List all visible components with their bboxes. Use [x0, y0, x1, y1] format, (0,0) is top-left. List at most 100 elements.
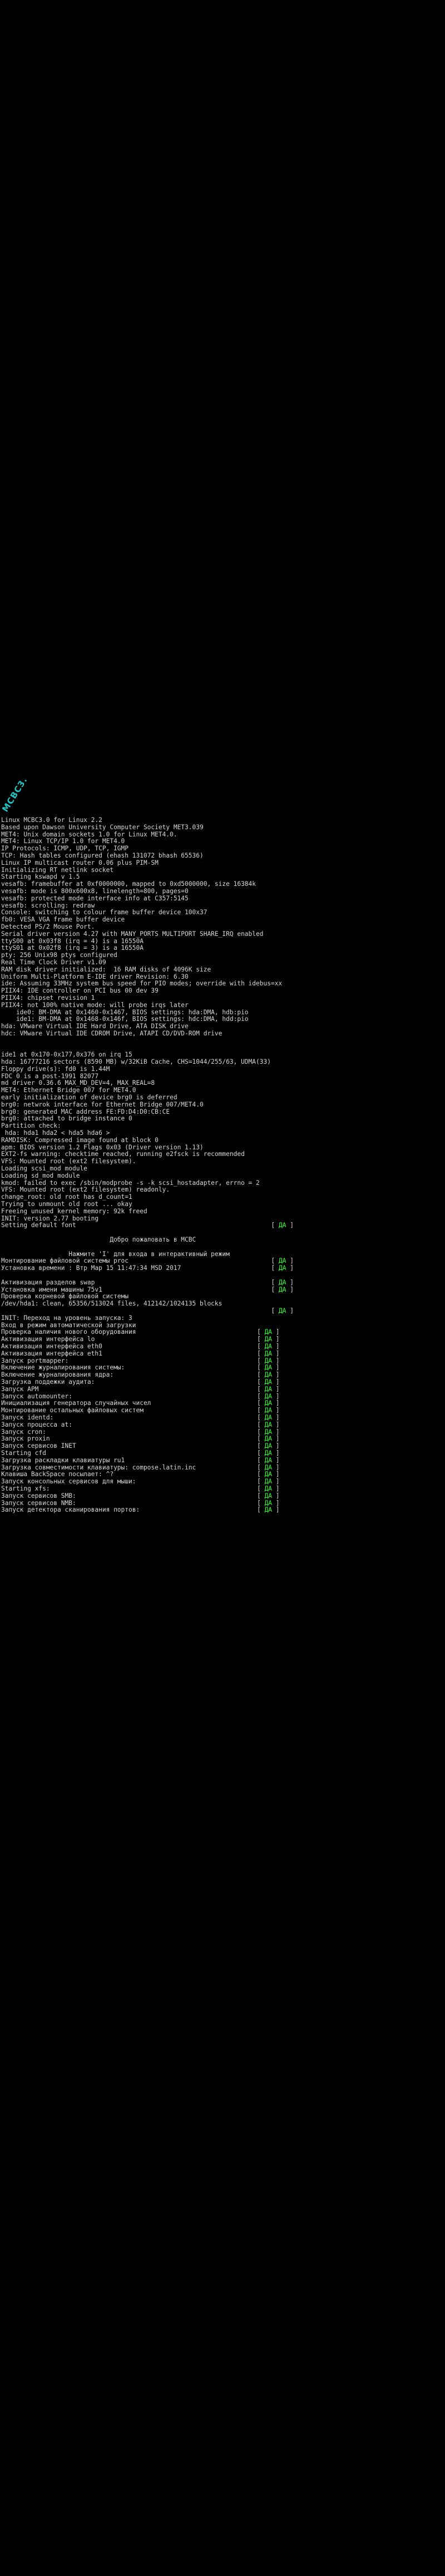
console-line: Нажмите 'I' для входа в интерактивный ре… [1, 1251, 444, 1258]
console-line: PIIX4: chipset revision 1 [1, 995, 444, 1002]
console-line-text: Uniform Multi-Platform E-IDE driver Revi… [1, 973, 189, 980]
console-line: Включение журналирования ядра: [ ДА ] [1, 1372, 444, 1379]
console-line: fb0: VESA VGA frame buffer device [1, 916, 444, 924]
console-line: FDC 0 is a post-1991 82077 [1, 1073, 444, 1080]
console-line: Console: switching to colour frame buffe… [1, 909, 444, 916]
status-ok-badge: [ ДА ] [257, 1478, 280, 1486]
console-line-text: Запуск сервисов SMB: [1, 1492, 76, 1499]
status-ok-badge: [ ДА ] [257, 1350, 280, 1357]
status-ok-text: ДА [279, 1307, 286, 1314]
console-line-text: Real Time Clock Driver v1.09 [1, 959, 106, 966]
status-ok-text: ДА [279, 1222, 286, 1229]
status-ok-text: ДА [264, 1436, 273, 1443]
console-line-text: Включение журналирования системы: [1, 1364, 125, 1372]
console-line-text: VFS: Mounted root (ext2 filesystem) read… [1, 1187, 170, 1194]
console-line: Клавиша BackSpace посылает: ^? [ ДА ] [1, 1471, 444, 1478]
console-line: Установка имени машины 75v1 [ ДА ] [1, 1287, 444, 1294]
mcbc-logo: MCBC3.0 [2, 778, 33, 814]
console-line-text: hda: VMware Virtual IDE Hard Drive, ATA … [1, 1023, 189, 1030]
console-line-text: Based upon Dawson University Computer So… [1, 824, 204, 831]
console-line-text: Запуск детектора сканирования портов: [1, 1507, 140, 1514]
console-line-text: Partition check: [1, 1123, 61, 1130]
status-ok-badge: [ ДА ] [257, 1336, 280, 1343]
console-line: IP Protocols: ICMP, UDP, TCP, IGMP [1, 845, 444, 853]
console-line: ide1: BM-DMA at 0x1468-0x146f, BIOS sett… [1, 1016, 444, 1023]
console-line-text: /dev/hda1: clean, 65356/513024 files, 41… [1, 1301, 222, 1308]
console-line-text: MET4: Ethernet Bridge 007 for MET4.0 [1, 1087, 136, 1094]
console-line: Freeing unused kernel memory: 92k freed [1, 1208, 444, 1215]
console-line: Включение журналирования системы: [ ДА ] [1, 1364, 444, 1372]
console-line-text: Trying to unmount old root ... okay [1, 1201, 132, 1208]
status-ok-text: ДА [264, 1428, 273, 1436]
console-line: Активизация интерфейса eth0 [ ДА ] [1, 1343, 444, 1351]
console-line-text: Запуск cron: [1, 1428, 46, 1436]
status-ok-text: ДА [279, 1279, 286, 1286]
console-line-text: Console: switching to colour frame buffe… [1, 909, 207, 916]
console-line-text: IP Protocols: ICMP, UDP, TCP, IGMP [1, 845, 129, 853]
status-ok-text: ДА [264, 1464, 273, 1471]
console-line-text: early initialization of device brg0 is d… [1, 1094, 177, 1102]
console-line-text: Detected PS/2 Mouse Port. [1, 923, 95, 930]
console-line-text: INIT: Переход на уровень запуска: 3 [1, 1314, 132, 1322]
console-line-text: kmod: failed to exec /sbin/modprobe -s -… [1, 1179, 260, 1187]
console-line-text: Loading scsi_mod module [1, 1165, 87, 1173]
console-line: Активизация разделов swap [ ДА ] [1, 1279, 444, 1287]
console-line-text: ide1: BM-DMA at 0x1468-0x146f, BIOS sett… [1, 1016, 249, 1023]
console-line: brg0: attached to bridge instance 0 [1, 1115, 444, 1123]
status-ok-text: ДА [264, 1400, 273, 1407]
status-ok-text: ДА [264, 1499, 273, 1507]
console-line: Запуск сервисов INET [ ДА ] [1, 1443, 444, 1450]
console-line: hda: VMware Virtual IDE Hard Drive, ATA … [1, 1023, 444, 1030]
status-ok-text: ДА [264, 1449, 273, 1457]
status-ok-badge: [ ДА ] [257, 1471, 280, 1478]
console-line: ide1 at 0x170-0x177,0x376 on irq 15 [1, 1052, 444, 1059]
console-line: Trying to unmount old root ... okay [1, 1201, 444, 1208]
status-ok-text: ДА [264, 1457, 273, 1464]
console-line: VFS: Mounted root (ext2 filesystem) read… [1, 1187, 444, 1194]
console-line: RAMDISK: Compressed image found at block… [1, 1137, 444, 1144]
status-ok-text: ДА [264, 1507, 273, 1514]
console-line: Serial driver version 4.27 with MANY_POR… [1, 931, 444, 938]
console-line: Detected PS/2 Mouse Port. [1, 924, 444, 931]
console-line-text: EXT2-fs warning: checktime reached, runn… [1, 1151, 245, 1158]
status-ok-badge: [ ДА ] [257, 1386, 280, 1393]
console-line-text: hda: 16777216 sectors (8590 MB) w/32KiB … [1, 1059, 271, 1066]
status-ok-badge: [ ДА ] [257, 1485, 280, 1492]
console-line-text: Запуск identd: [1, 1414, 54, 1421]
console-line: apm: BIOS version 1.2 Flags 0x03 (Driver… [1, 1144, 444, 1152]
status-ok-badge: [ ДА ] [257, 1492, 280, 1499]
console-line-text: Включение журналирования ядра: [1, 1372, 114, 1379]
console-line-text: Загрузка поддежки аудита: [1, 1378, 95, 1386]
status-ok-badge: [ ДА ] [257, 1393, 280, 1400]
console-line-text: Запуск proxin [1, 1436, 50, 1443]
console-line-text: Starting kswapd v 1.5 [1, 874, 80, 881]
console-line: Активизация интерфейса eth1 [ ДА ] [1, 1351, 444, 1358]
console-line-text: Linux MCBC3.0 for Linux 2.2 [1, 817, 102, 824]
console-line: change_root: old root has d_count=1 [1, 1194, 444, 1201]
console-line: pty: 256 Unix98 ptys configured [1, 952, 444, 959]
console-line: Loading scsi_mod module [1, 1165, 444, 1173]
console-line: Запуск сервисов NMB: [ ДА ] [1, 1500, 444, 1507]
console-line-text: Запуск automounter: [1, 1393, 72, 1400]
console-line: vesafb: scrolling: redraw [1, 903, 444, 910]
status-ok-text: ДА [264, 1350, 273, 1357]
status-ok-badge: [ ДА ] [257, 1372, 280, 1379]
status-ok-badge: [ ДА ] [271, 1222, 294, 1229]
status-ok-badge: [ ДА ] [257, 1499, 280, 1507]
console-line-text: Проверка корневой файловой системы [1, 1293, 129, 1301]
status-ok-badge: [ ДА ] [257, 1449, 280, 1457]
console-line: hdc: VMware Virtual IDE CDROM Drive, ATA… [1, 1030, 444, 1038]
console-line: Starting xfs: [ ДА ] [1, 1486, 444, 1493]
console-line-text: Starting xfs: [1, 1485, 50, 1492]
console-line-text: brg0: generated MAC address FE:FD:D4:D0:… [1, 1108, 170, 1115]
console-line: Real Time Clock Driver v1.09 [1, 959, 444, 966]
console-log: Linux MCBC3.0 for Linux 2.2 Based upon Da… [1, 817, 444, 1514]
status-ok-badge: [ ДА ] [257, 1378, 280, 1386]
console-line-text: Монтирование файловой системы proc [1, 1258, 129, 1265]
console-line-text: vesafb: protected mode interface info at… [1, 895, 189, 902]
console-line: Запуск процесса at: [ ДА ] [1, 1422, 444, 1429]
console-line-text: change_root: old root has d_count=1 [1, 1194, 132, 1201]
console-line-text: Запуск сервисов INET [1, 1443, 76, 1450]
